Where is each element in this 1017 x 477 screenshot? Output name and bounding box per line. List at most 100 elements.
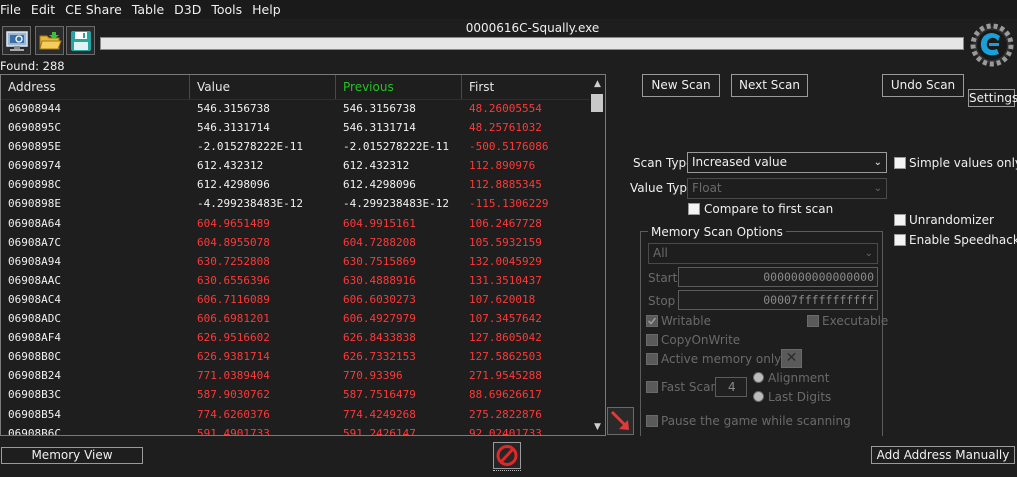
scrollbar-thumb[interactable]	[591, 94, 603, 112]
table-row[interactable]: 06908A7C 604.8955078 604.7288208 105.593215…	[1, 233, 589, 252]
table-row[interactable]: 06908A94 630.7252808 630.7515869 132.004592…	[1, 252, 589, 271]
previous-cell: 630.7515869	[343, 254, 416, 268]
start-address-value: 0000000000000000	[763, 270, 874, 284]
menu-file[interactable]: File	[0, 0, 26, 19]
splitter-handle[interactable]	[493, 470, 521, 473]
address-cell: 06908B6C	[8, 426, 61, 436]
table-row[interactable]: 0690898C 612.4298096 612.4298096 112.888534…	[1, 175, 589, 194]
new-scan-button[interactable]: New Scan	[642, 74, 720, 97]
address-cell: 06908AC4	[8, 292, 61, 306]
memory-view-button[interactable]: Memory View	[1, 447, 143, 464]
fast-scan-input[interactable]: 4	[715, 377, 747, 397]
first-cell: 48.26005554	[469, 102, 542, 115]
first-cell: 107.620018	[469, 292, 536, 306]
found-count: Found: 288	[0, 59, 65, 73]
table-row[interactable]: 06908B54 774.6260376 774.4249268 275.282287…	[1, 405, 589, 424]
executable-checkbox[interactable]	[807, 315, 819, 327]
stop-address-input[interactable]: 00007fffffffffff	[678, 290, 878, 310]
first-cell: 131.3510437	[469, 273, 542, 287]
table-row[interactable]: 06908944 546.3156738 546.3156738 48.2600555…	[1, 99, 589, 118]
value-cell: 612.4298096	[197, 178, 270, 192]
open-file-button[interactable]	[35, 26, 64, 55]
table-row[interactable]: 06908AC4 606.7116089 606.6030273 107.620018	[1, 290, 589, 309]
table-row[interactable]: 0690895C 546.3131714 546.3131714 48.2576103…	[1, 118, 589, 137]
table-row[interactable]: 06908ADC 606.6981201 606.4927979 107.345764…	[1, 309, 589, 328]
scan-type-select[interactable]: Increased value ⌄	[687, 152, 887, 173]
header-address[interactable]: Address	[1, 75, 190, 99]
table-row[interactable]: 06908B24 771.0389404 770.93396 271.9545288	[1, 366, 589, 385]
scroll-up-icon[interactable]: ▲	[590, 78, 605, 90]
value-cell: 606.6981201	[197, 312, 270, 326]
table-row[interactable]: 06908B0C 626.9381714 626.7332153 127.586250…	[1, 347, 589, 366]
menu-d3d[interactable]: D3D	[169, 0, 206, 19]
address-cell: 06908AAC	[8, 273, 61, 287]
memory-region-select[interactable]: All ⌄	[648, 243, 878, 264]
next-scan-button[interactable]: Next Scan	[731, 74, 808, 97]
address-cell: 06908B54	[8, 407, 61, 421]
alignment-radio[interactable]	[753, 372, 764, 383]
save-disk-icon	[70, 30, 91, 51]
value-cell: 612.432312	[197, 159, 264, 173]
scroll-down-icon[interactable]: ▼	[590, 421, 605, 433]
clear-x-icon[interactable]: ✕	[781, 349, 802, 368]
previous-cell: 606.4927979	[343, 312, 416, 326]
speedhack-checkbox[interactable]	[894, 234, 906, 246]
speedhack-label: Enable Speedhack	[909, 233, 1017, 247]
add-address-manually-button[interactable]: Add Address Manually	[871, 446, 1015, 464]
red-arrow-icon	[610, 410, 629, 430]
menu-ce-share[interactable]: CE Share	[60, 0, 127, 19]
address-cell: 06908A7C	[8, 235, 61, 249]
select-process-button[interactable]	[2, 26, 31, 55]
menu-help[interactable]: Help	[247, 0, 286, 19]
compare-first-checkbox[interactable]	[688, 203, 700, 215]
value-cell: 630.6556396	[197, 273, 270, 287]
value-cell: 626.9516602	[197, 331, 270, 345]
table-row[interactable]: 0690895E -2.015278222E-11 -2.015278222E-11…	[1, 137, 589, 156]
memory-region-value: All	[653, 246, 668, 260]
table-row[interactable]: 06908A64 604.9651489 604.9915161 106.246772…	[1, 214, 589, 233]
unrandomizer-label: Unrandomizer	[909, 213, 994, 227]
menu-tools[interactable]: Tools	[206, 0, 247, 19]
unrandomizer-checkbox[interactable]	[894, 214, 906, 226]
address-cell: 06908ADC	[8, 312, 61, 326]
table-row[interactable]: 06908AF4 626.9516602 626.8433838 127.860504…	[1, 328, 589, 347]
computer-select-process-icon	[5, 30, 28, 51]
value-cell: 587.9030762	[197, 388, 270, 402]
menu-table[interactable]: Table	[127, 0, 169, 19]
active-memory-checkbox[interactable]	[646, 353, 658, 365]
simple-values-checkbox[interactable]	[894, 157, 906, 169]
undo-scan-button[interactable]: Undo Scan	[882, 74, 964, 97]
results-scrollbar[interactable]	[589, 75, 605, 435]
table-row[interactable]: 06908974 612.432312 612.432312 112.890976	[1, 156, 589, 175]
chevron-down-icon: ⌄	[864, 248, 873, 259]
header-previous[interactable]: Previous	[336, 75, 462, 99]
stop-process-button[interactable]	[493, 442, 521, 469]
header-first[interactable]: First	[462, 75, 589, 99]
value-type-select[interactable]: Float ⌄	[687, 178, 887, 199]
table-row[interactable]: 06908B6C 591.4901733 591.2426147 92.0240173…	[1, 424, 589, 436]
fast-scan-checkbox[interactable]	[646, 381, 658, 393]
first-cell: 271.9545288	[469, 369, 542, 383]
table-row[interactable]: 0690898E -4.299238483E-12 -4.299238483E-12…	[1, 194, 589, 213]
writable-checkbox[interactable]	[646, 315, 658, 327]
pause-game-checkbox[interactable]	[646, 415, 658, 427]
header-value[interactable]: Value	[190, 75, 336, 99]
alignment-label: Alignment	[768, 371, 830, 385]
previous-cell: -2.015278222E-11	[343, 140, 449, 154]
scan-results-list[interactable]: Address Value Previous First 06908944 546…	[0, 74, 606, 436]
first-cell: 88.69626617	[469, 388, 542, 402]
start-address-input[interactable]: 0000000000000000	[678, 267, 878, 287]
simple-values-label: Simple values only	[909, 156, 1017, 170]
save-file-button[interactable]	[66, 26, 95, 55]
add-selected-to-list-button[interactable]	[607, 407, 634, 435]
copy-on-write-checkbox[interactable]	[646, 334, 658, 346]
table-row[interactable]: 06908AAC 630.6556396 630.4888916 131.351043…	[1, 271, 589, 290]
first-cell: 127.5862503	[469, 350, 542, 364]
settings-button[interactable]: Settings	[968, 89, 1017, 107]
previous-cell: 626.8433838	[343, 331, 416, 345]
menu-edit[interactable]: Edit	[26, 0, 60, 19]
previous-cell: 612.432312	[343, 159, 410, 173]
last-digits-radio[interactable]	[753, 391, 764, 402]
cheat-engine-logo[interactable]	[969, 22, 1015, 68]
table-row[interactable]: 06908B3C 587.9030762 587.7516479 88.6962661…	[1, 385, 589, 404]
